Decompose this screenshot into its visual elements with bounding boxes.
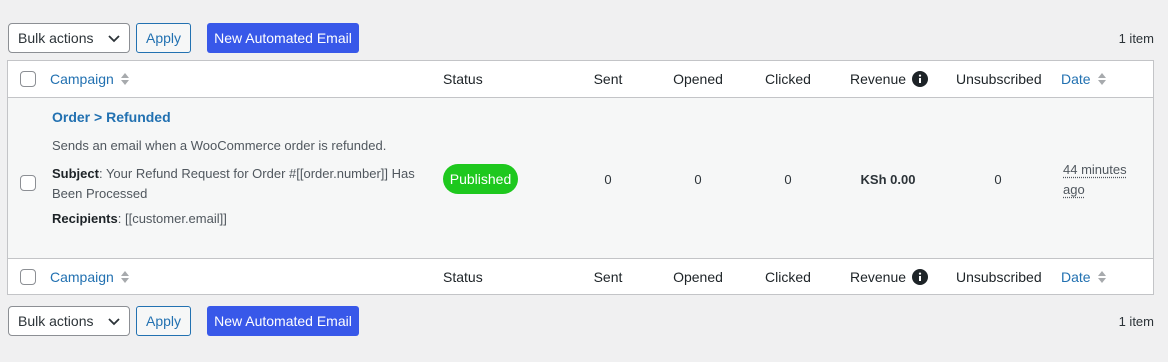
footer-column-campaign[interactable]: Campaign [50, 259, 130, 295]
campaign-title-link[interactable]: Order > Refunded [52, 109, 171, 125]
column-revenue: Revenue [850, 61, 929, 97]
table-header: Campaign Status Sent Opened Clicked Reve… [8, 61, 1153, 98]
campaigns-table: Campaign Status Sent Opened Clicked Reve… [7, 60, 1154, 295]
sort-arrows-icon [1097, 73, 1106, 85]
campaign-subject: Subject: Your Refund Request for Order #… [52, 164, 422, 204]
status-badge: Published [443, 164, 518, 194]
column-status: Status [443, 71, 483, 87]
campaign-recipients: Recipients: [[customer.email]] [52, 211, 227, 226]
opened-value: 0 [694, 171, 702, 187]
footer-column-date[interactable]: Date [1061, 259, 1107, 295]
new-automated-email-button-bottom[interactable]: New Automated Email [207, 306, 359, 336]
footer-column-campaign-label: Campaign [50, 269, 114, 285]
column-sent: Sent [593, 71, 623, 87]
footer-column-opened: Opened [673, 269, 723, 285]
chevron-down-icon [108, 318, 120, 326]
sort-arrows-icon [1097, 271, 1106, 283]
sort-arrows-icon [120, 271, 129, 283]
column-campaign[interactable]: Campaign [50, 61, 130, 97]
chevron-down-icon [108, 35, 120, 43]
top-toolbar: Bulk actions Apply New Automated Email 1… [8, 23, 1154, 53]
table-footer: Campaign Status Sent Opened Clicked Reve… [8, 258, 1153, 295]
recipients-label: Recipients [52, 211, 118, 226]
date-value: 44 minutes ago [1063, 162, 1127, 197]
column-opened: Opened [673, 71, 723, 87]
bulk-actions-label: Bulk actions [18, 30, 94, 46]
new-automated-email-button[interactable]: New Automated Email [207, 23, 359, 53]
revenue-value: KSh 0.00 [860, 171, 916, 187]
clicked-value: 0 [784, 171, 792, 187]
bulk-actions-label-bottom: Bulk actions [18, 313, 94, 329]
select-all-checkbox-footer[interactable] [20, 269, 36, 285]
footer-column-clicked: Clicked [765, 269, 811, 285]
column-date[interactable]: Date [1061, 61, 1107, 97]
row-checkbox[interactable] [20, 175, 36, 191]
sort-arrows-icon [120, 73, 129, 85]
apply-button[interactable]: Apply [136, 23, 191, 53]
column-clicked: Clicked [765, 71, 811, 87]
column-revenue-label: Revenue [850, 71, 907, 87]
bulk-actions-select[interactable]: Bulk actions [8, 23, 130, 53]
select-all-cell [20, 61, 36, 97]
footer-column-revenue-label: Revenue [850, 269, 907, 285]
item-count: 1 item [1118, 30, 1154, 46]
select-all-checkbox[interactable] [20, 71, 36, 87]
subject-value: : Your Refund Request for Order #[[order… [52, 166, 415, 201]
sent-value: 0 [604, 171, 612, 187]
recipients-value: : [[customer.email]] [117, 211, 227, 226]
info-icon[interactable] [912, 71, 929, 87]
select-all-cell-footer [20, 259, 36, 295]
subject-label: Subject [52, 166, 99, 181]
unsubscribed-value: 0 [994, 171, 1002, 187]
campaign-description: Sends an email when a WooCommerce order … [52, 138, 387, 153]
info-icon[interactable] [912, 269, 929, 285]
footer-column-revenue: Revenue [850, 259, 929, 295]
apply-button-bottom[interactable]: Apply [136, 306, 191, 336]
footer-column-status: Status [443, 269, 483, 285]
column-campaign-label: Campaign [50, 71, 114, 87]
bottom-toolbar: Bulk actions Apply New Automated Email 1… [8, 306, 1154, 336]
column-unsubscribed: Unsubscribed [956, 71, 1042, 87]
item-count-bottom: 1 item [1118, 313, 1154, 329]
column-date-label: Date [1061, 71, 1091, 87]
footer-column-unsubscribed: Unsubscribed [956, 269, 1042, 285]
table-row: Order > Refunded Sends an email when a W… [8, 98, 1153, 258]
footer-column-date-label: Date [1061, 269, 1091, 285]
footer-column-sent: Sent [593, 269, 623, 285]
bulk-actions-select-bottom[interactable]: Bulk actions [8, 306, 130, 336]
